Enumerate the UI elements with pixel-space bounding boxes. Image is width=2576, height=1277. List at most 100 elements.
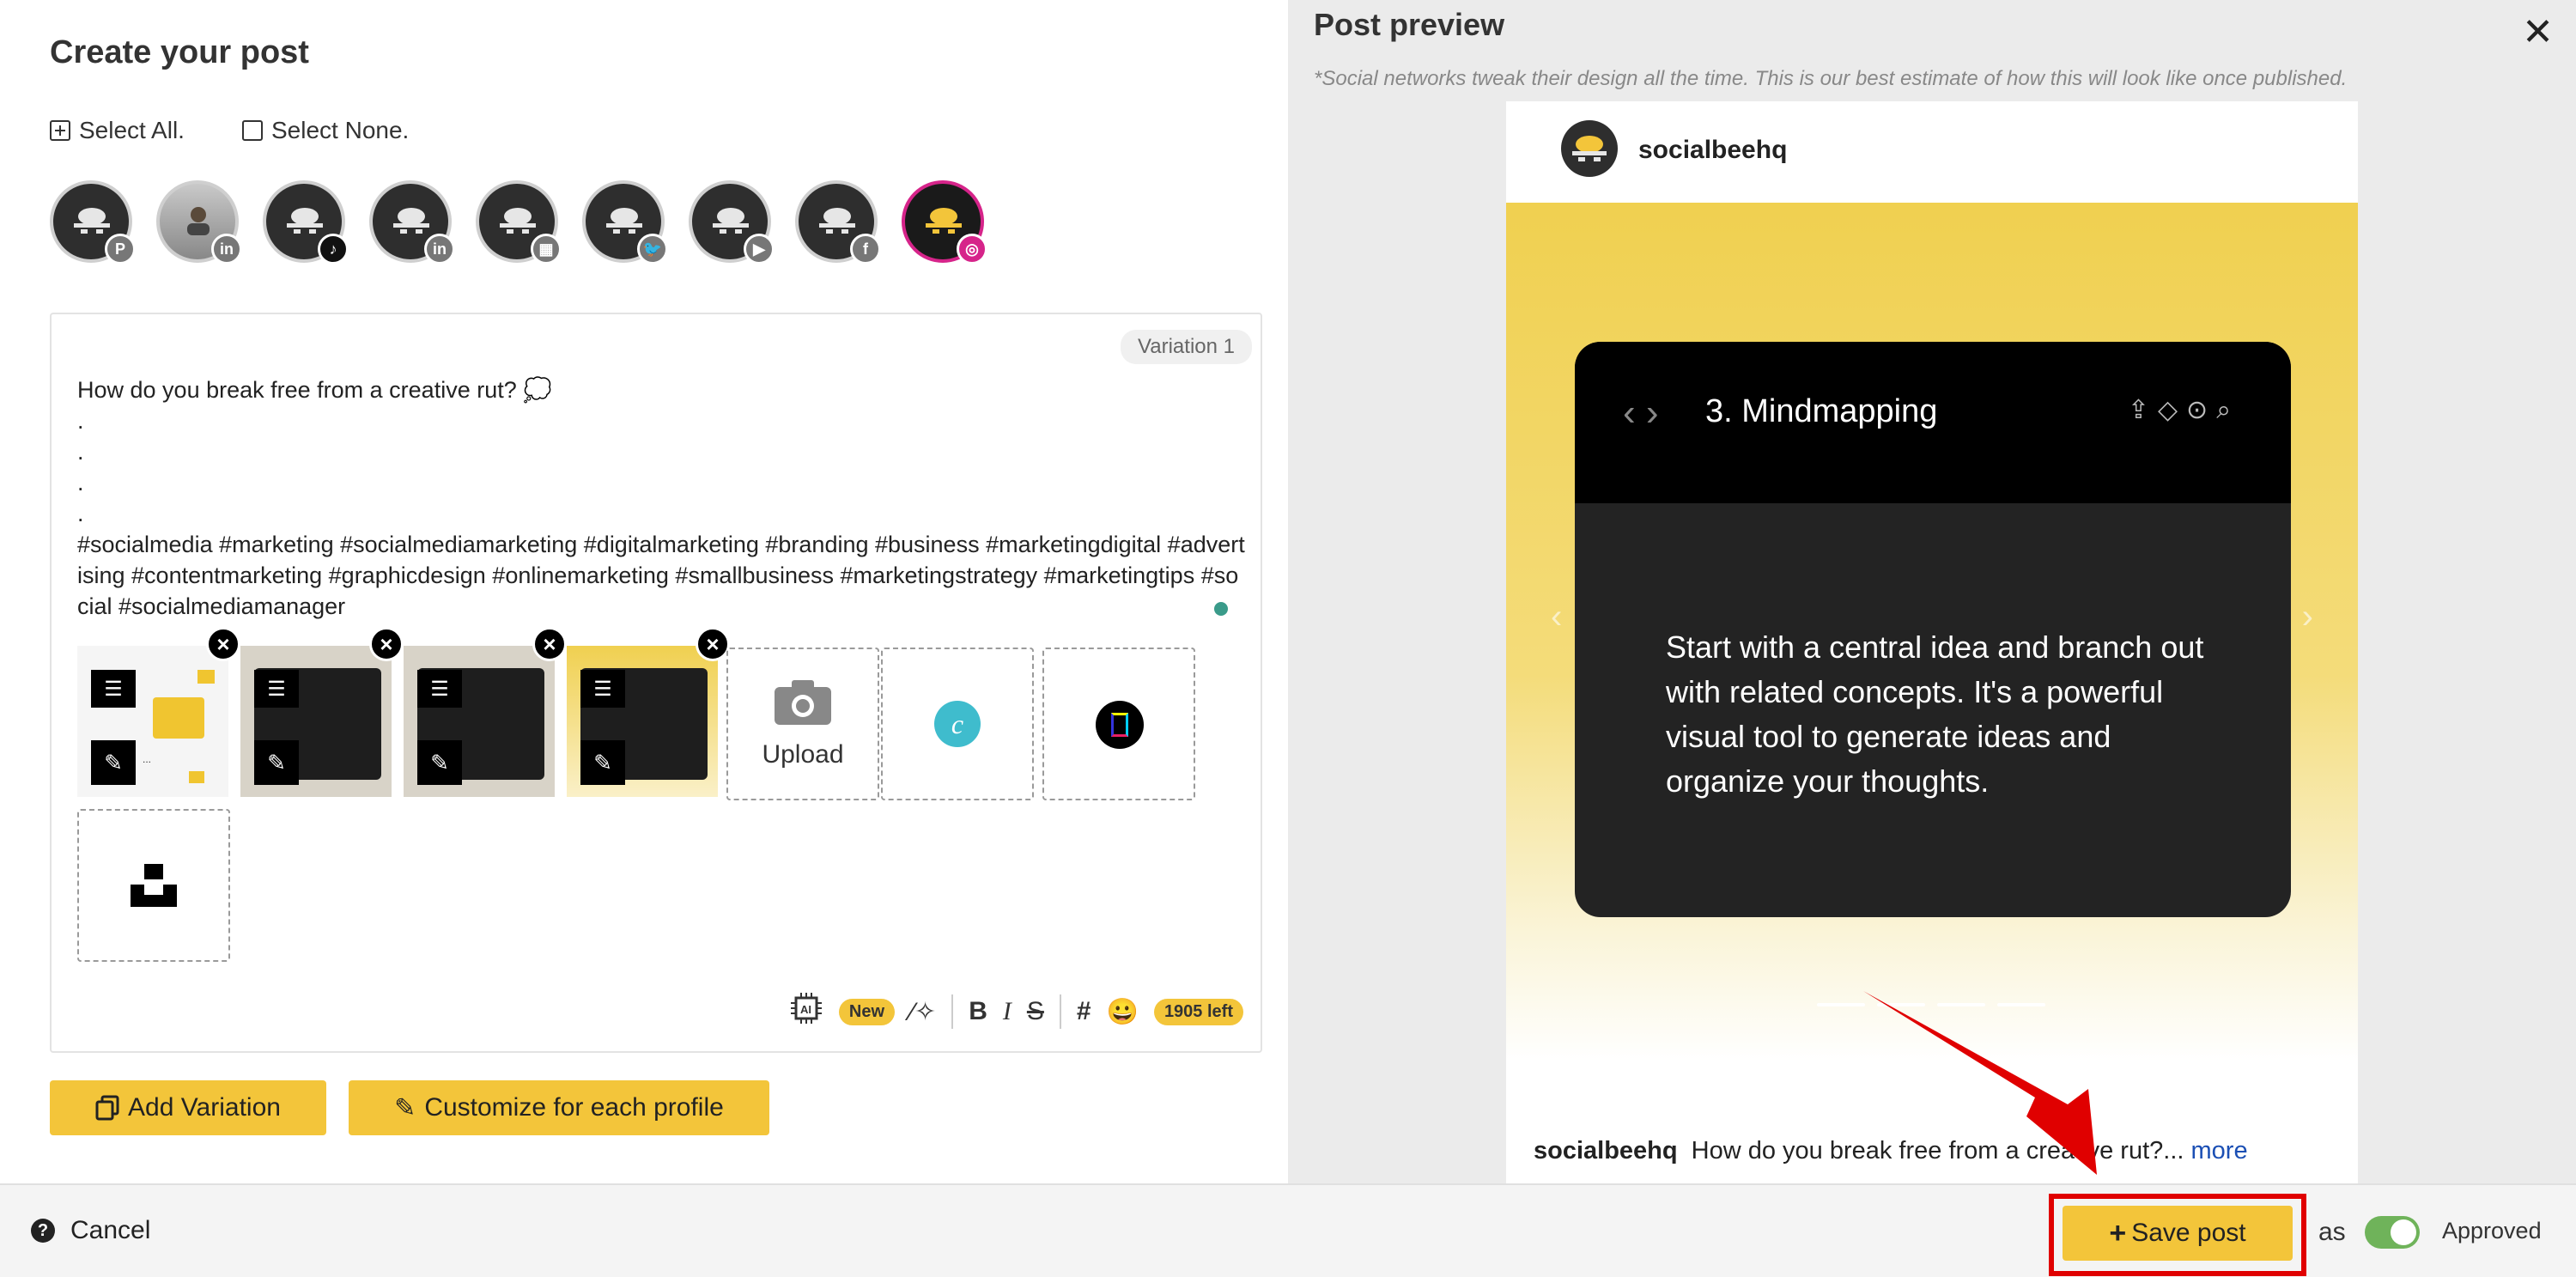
approved-toggle[interactable]: [2365, 1216, 2420, 1249]
tiktok-icon: ♪: [318, 234, 349, 265]
facebook-icon: f: [850, 234, 881, 265]
cancel-label: Cancel: [70, 1216, 151, 1244]
avatar: [1561, 120, 1618, 177]
pencil-icon: ✎: [394, 1093, 416, 1122]
post-text-area[interactable]: How do you break free from a creative ru…: [77, 374, 1245, 622]
canva-logo-icon: c: [934, 701, 981, 747]
instagram-icon: ◎: [957, 234, 987, 265]
approved-label: Approved: [2442, 1218, 2542, 1244]
variation-tag[interactable]: Variation 1: [1121, 330, 1252, 364]
preview-title: Post preview: [1314, 7, 1505, 42]
canva-button[interactable]: c: [881, 648, 1034, 800]
bee-logo-icon: [926, 208, 962, 234]
slide-title: 3. Mindmapping: [1705, 393, 1938, 429]
bee-logo-icon: [819, 208, 855, 234]
save-post-label: Save post: [2131, 1219, 2246, 1247]
remove-media-button[interactable]: ×: [369, 627, 404, 661]
add-variation-button[interactable]: Add Variation: [50, 1080, 326, 1135]
pencil-icon[interactable]: ✎: [417, 740, 462, 785]
bee-logo-icon: [713, 208, 749, 234]
plus-square-icon: [50, 120, 70, 141]
unsplash-button[interactable]: [77, 809, 230, 962]
remove-media-button[interactable]: ×: [696, 627, 730, 661]
help-circle-icon: ?: [31, 1219, 55, 1243]
bee-logo-icon: [606, 208, 642, 234]
copy-icon: [95, 1095, 119, 1121]
customize-for-each-profile-button[interactable]: ✎ Customize for each profile: [349, 1080, 769, 1135]
bold-icon[interactable]: B: [969, 997, 987, 1026]
carousel-prev-icon[interactable]: ‹: [1551, 598, 1562, 636]
profile-avatar-linkedin[interactable]: in: [369, 180, 455, 265]
pencil-icon[interactable]: ✎: [91, 740, 136, 785]
as-label: as: [2318, 1218, 2346, 1246]
save-post-button[interactable]: + Save post: [2063, 1206, 2293, 1261]
plus-icon: +: [2109, 1216, 2127, 1250]
remove-media-button[interactable]: ×: [206, 627, 240, 661]
bee-logo-icon: [287, 208, 323, 234]
select-none-button[interactable]: Select None.: [242, 117, 409, 144]
pencil-icon[interactable]: ✎: [580, 740, 625, 785]
square-icon: [242, 120, 263, 141]
new-badge: New: [838, 998, 896, 1025]
profile-avatar-youtube[interactable]: ▶: [689, 180, 775, 265]
media-thumbnail-3[interactable]: ☰ ✎ ×: [404, 627, 567, 797]
pinterest-icon: P: [105, 234, 136, 265]
profile-avatar-instagram[interactable]: ◎: [902, 180, 987, 265]
camera-icon: [775, 680, 831, 725]
giphy-button[interactable]: [1042, 648, 1195, 800]
post-editor[interactable]: Variation 1 How do you break free from a…: [50, 313, 1262, 1053]
bee-logo-icon: [500, 208, 536, 234]
linkedin-icon: in: [211, 234, 242, 265]
create-post-panel: Create your post Select All. Select None…: [0, 0, 1288, 1183]
upload-label: Upload: [762, 740, 844, 769]
profile-avatar-twitter[interactable]: 🐦: [582, 180, 668, 265]
remove-media-button[interactable]: ×: [532, 627, 567, 661]
italic-icon[interactable]: I: [1003, 997, 1012, 1026]
youtube-icon: ▶: [744, 234, 775, 265]
svg-text:AI: AI: [800, 1003, 811, 1016]
profile-avatar-linkedin-personal[interactable]: in: [156, 180, 242, 265]
customize-label: Customize for each profile: [424, 1093, 724, 1122]
select-all-label: Select All.: [79, 117, 185, 143]
list-icon[interactable]: ☰: [91, 670, 136, 708]
bee-logo-icon: [393, 208, 429, 234]
red-arrow-annotation: [1863, 991, 2097, 1175]
characters-left-counter: 1905 left: [1153, 998, 1243, 1025]
profile-avatar-google-business[interactable]: ▦: [476, 180, 562, 265]
slide-body: Start with a central idea and branch out…: [1666, 629, 2204, 799]
upload-media-button[interactable]: Upload: [726, 648, 879, 800]
ai-assistant-icon[interactable]: AI: [789, 991, 823, 1032]
toolbar-divider: [951, 994, 954, 1029]
strikethrough-icon[interactable]: S: [1027, 997, 1044, 1026]
media-thumbnail-2[interactable]: ☰ ✎ ×: [240, 627, 404, 797]
pencil-icon[interactable]: ✎: [254, 740, 299, 785]
list-icon[interactable]: ☰: [580, 670, 625, 708]
more-link[interactable]: more: [2191, 1137, 2248, 1165]
emoji-icon[interactable]: 😀: [1107, 997, 1139, 1027]
carousel-image: ‹ › 3. Mindmapping ⇪◇⊙⌕ Start with a cen…: [1506, 203, 2358, 1061]
profile-avatar-facebook[interactable]: f: [795, 180, 881, 265]
profile-avatar-tiktok[interactable]: ♪: [263, 180, 349, 265]
cancel-button[interactable]: ? Cancel: [31, 1216, 150, 1245]
bottom-bar: ? Cancel + Save post as Approved: [0, 1183, 2576, 1277]
bee-logo-icon: [74, 208, 110, 234]
person-photo-icon: [187, 207, 210, 235]
slide-header: ‹ › 3. Mindmapping ⇪◇⊙⌕: [1575, 342, 2291, 503]
editor-toolbar: AI New ⁄✧ B I S # 😀 1905 left: [789, 991, 1243, 1032]
svg-text:...: ...: [143, 753, 151, 765]
hashtag-icon[interactable]: #: [1077, 997, 1091, 1026]
list-icon[interactable]: ☰: [254, 670, 299, 708]
page-title: Create your post: [50, 34, 309, 70]
select-none-label: Select None.: [271, 117, 410, 143]
magic-wand-icon[interactable]: ⁄✧: [910, 997, 936, 1027]
close-icon[interactable]: ✕: [2522, 14, 2554, 52]
select-all-button[interactable]: Select All.: [50, 117, 185, 144]
media-thumbnail-4[interactable]: ☰ ✎ ×: [567, 627, 730, 797]
profile-avatar-pinterest[interactable]: P: [50, 180, 136, 265]
media-thumbnail-1[interactable]: ... ☰ ✎ ×: [77, 627, 240, 797]
unsplash-logo-icon: [131, 864, 177, 907]
carousel-next-icon[interactable]: ›: [2302, 598, 2313, 636]
bee-logo-icon: [1572, 136, 1607, 161]
list-icon[interactable]: ☰: [417, 670, 462, 708]
add-variation-label: Add Variation: [128, 1093, 281, 1122]
